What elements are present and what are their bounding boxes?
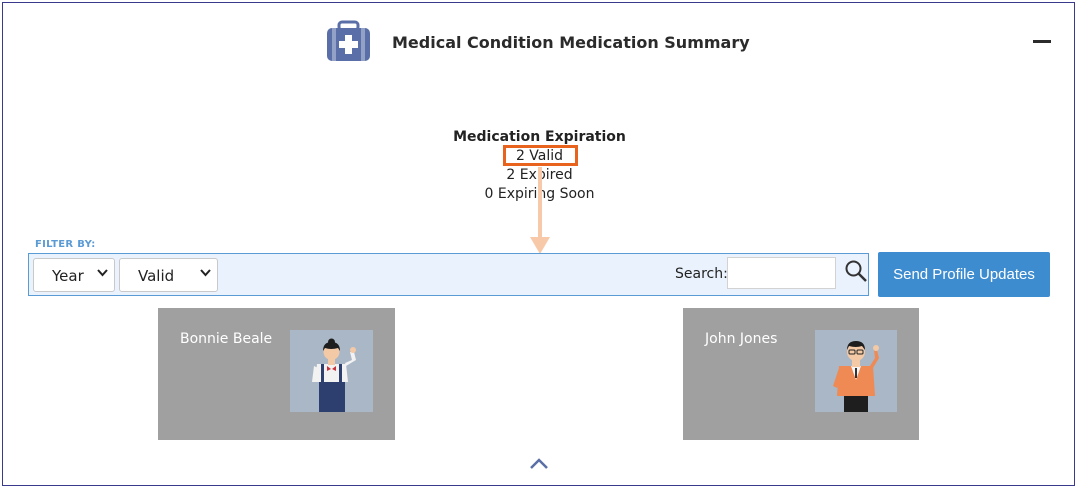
search-input[interactable]	[727, 257, 836, 289]
annotation-arrow-line	[538, 167, 542, 239]
profile-card-bonnie[interactable]: Bonnie Beale	[158, 308, 395, 440]
expiration-summary-title: Medication Expiration	[453, 129, 626, 145]
annotation-arrow-head	[530, 237, 550, 254]
year-select-value: Year	[52, 267, 84, 285]
chevron-up-icon[interactable]	[529, 456, 549, 470]
page-title: Medical Condition Medication Summary	[392, 33, 750, 52]
year-select[interactable]: Year	[33, 258, 115, 292]
filter-bar: Year Valid Search:	[28, 253, 869, 296]
chevron-down-icon	[200, 266, 211, 284]
profile-name: Bonnie Beale	[180, 331, 273, 347]
chevron-down-icon	[97, 266, 108, 284]
search-label: Search:	[675, 266, 728, 282]
collapse-button[interactable]	[1033, 40, 1051, 43]
profile-card-john[interactable]: John Jones	[683, 308, 919, 440]
valid-highlight-box	[503, 145, 578, 166]
search-icon[interactable]	[844, 259, 868, 283]
status-select-value: Valid	[138, 267, 175, 285]
medical-kit-icon	[326, 20, 371, 62]
profile-avatar	[815, 330, 897, 412]
profile-name: John Jones	[705, 331, 778, 347]
filter-label: FILTER BY:	[35, 239, 96, 250]
profile-avatar	[290, 330, 373, 412]
status-select[interactable]: Valid	[119, 258, 218, 292]
send-profile-updates-button[interactable]: Send Profile Updates	[878, 252, 1050, 297]
